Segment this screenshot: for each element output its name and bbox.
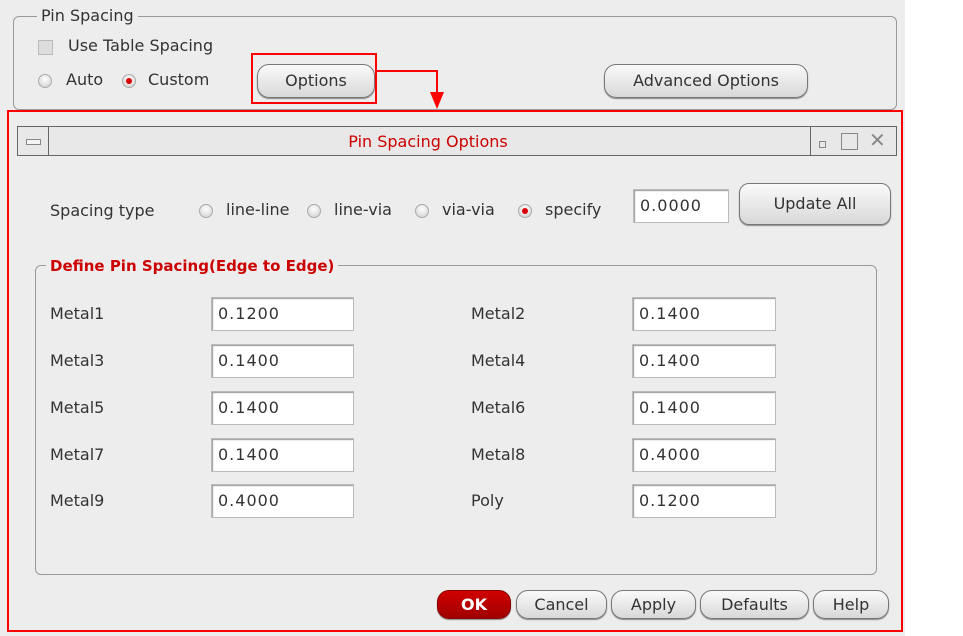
layer-spacing-input[interactable]: 0.1400 xyxy=(632,391,776,425)
specify-radio[interactable] xyxy=(518,204,532,218)
via-via-label: via-via xyxy=(442,200,495,219)
specify-label: specify xyxy=(545,200,602,219)
layer-label: Metal6 xyxy=(471,398,526,417)
window-menu-icon xyxy=(26,139,41,145)
pin-spacing-title: Pin Spacing xyxy=(37,7,138,25)
help-button[interactable]: Help xyxy=(813,590,889,619)
layer-spacing-input[interactable]: 0.4000 xyxy=(211,484,354,518)
layer-spacing-input[interactable]: 0.1400 xyxy=(211,344,354,378)
layer-label: Metal8 xyxy=(471,445,526,464)
line-via-label: line-via xyxy=(334,200,392,219)
layer-spacing-input[interactable]: 0.1400 xyxy=(211,438,354,472)
defaults-button[interactable]: Defaults xyxy=(700,590,809,619)
line-via-radio[interactable] xyxy=(307,204,321,218)
define-pin-spacing-title: Define Pin Spacing(Edge to Edge) xyxy=(46,257,339,275)
via-via-radio[interactable] xyxy=(415,204,429,218)
line-line-label: line-line xyxy=(226,200,290,219)
layer-label: Poly xyxy=(471,491,504,510)
ok-button[interactable]: OK xyxy=(437,590,511,619)
layer-spacing-input[interactable]: 0.1400 xyxy=(632,297,776,331)
close-icon[interactable]: ✕ xyxy=(869,128,886,152)
layer-label: Metal2 xyxy=(471,304,526,323)
spacing-value-input[interactable]: 0.0000 xyxy=(633,189,729,223)
options-highlight-box xyxy=(251,53,377,104)
line-line-radio[interactable] xyxy=(199,204,213,218)
apply-button[interactable]: Apply xyxy=(611,590,696,619)
advanced-options-button[interactable]: Advanced Options xyxy=(604,64,808,98)
layer-label: Metal3 xyxy=(50,351,105,370)
custom-radio[interactable] xyxy=(122,74,136,88)
layer-label: Metal4 xyxy=(471,351,526,370)
use-table-spacing-checkbox[interactable] xyxy=(38,40,53,55)
layer-spacing-input[interactable]: 0.1400 xyxy=(632,344,776,378)
layer-label: Metal5 xyxy=(50,398,105,417)
dialog-title: Pin Spacing Options xyxy=(348,132,508,151)
layer-label: Metal9 xyxy=(50,491,105,510)
layer-spacing-input[interactable]: 0.1200 xyxy=(211,297,354,331)
layer-label: Metal1 xyxy=(50,304,105,323)
minimize-icon[interactable] xyxy=(819,141,826,148)
layer-spacing-input[interactable]: 0.1200 xyxy=(632,484,776,518)
custom-label: Custom xyxy=(148,70,210,89)
layer-spacing-input[interactable]: 0.4000 xyxy=(632,438,776,472)
spacing-type-label: Spacing type xyxy=(50,201,155,220)
title-bar[interactable]: Pin Spacing Options ✕ xyxy=(17,126,897,156)
update-all-button[interactable]: Update All xyxy=(739,183,891,225)
cancel-button[interactable]: Cancel xyxy=(516,590,607,619)
window-menu-button[interactable] xyxy=(18,127,49,155)
maximize-icon[interactable] xyxy=(841,133,858,150)
auto-radio[interactable] xyxy=(38,74,52,88)
arrow-annotation xyxy=(375,70,444,109)
window-controls: ✕ xyxy=(810,127,897,155)
layer-spacing-input[interactable]: 0.1400 xyxy=(211,391,354,425)
layer-label: Metal7 xyxy=(50,445,105,464)
auto-label: Auto xyxy=(66,70,104,89)
use-table-spacing-label: Use Table Spacing xyxy=(68,36,214,55)
